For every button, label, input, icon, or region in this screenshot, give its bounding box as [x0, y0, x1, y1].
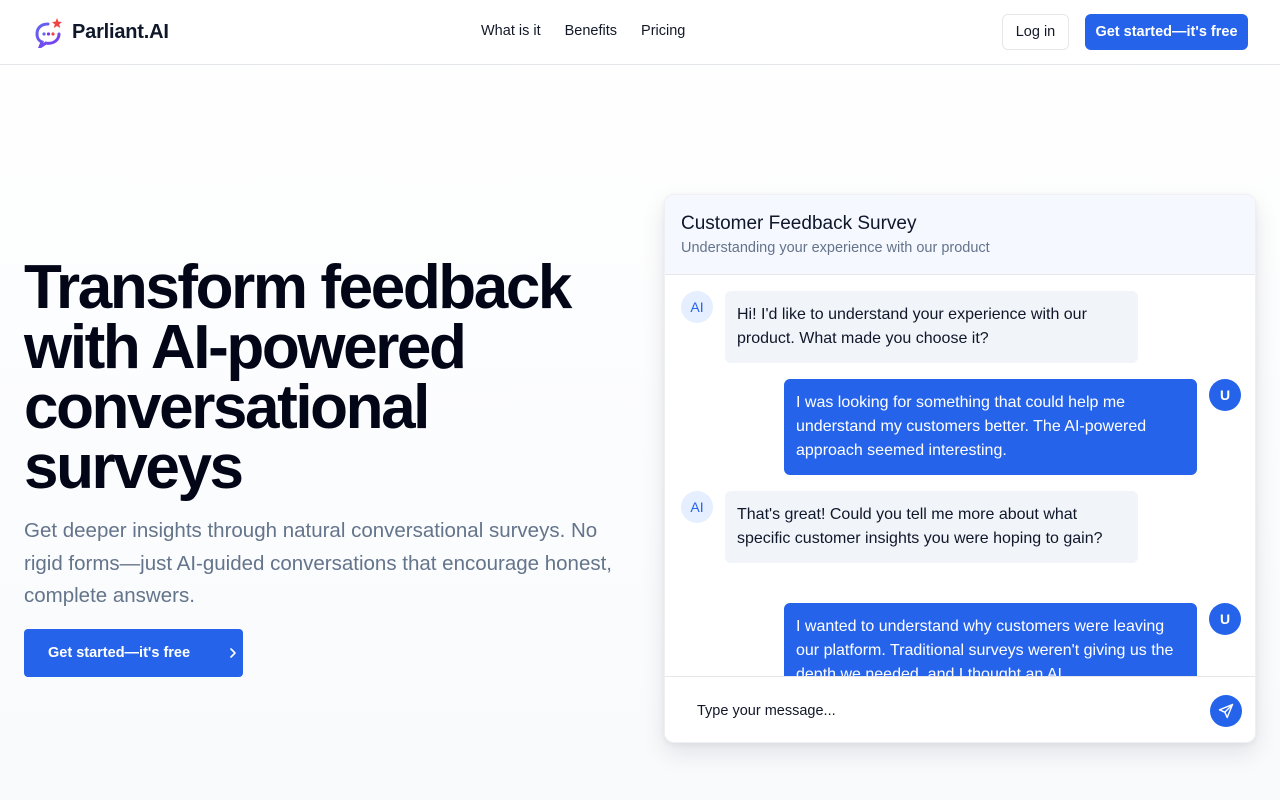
chat-messages[interactable]: AI Hi! I'd like to understand your exper… [665, 275, 1255, 676]
brand[interactable]: Parliant.AI [34, 16, 169, 51]
message-input[interactable] [681, 695, 1201, 727]
chat-description: Understanding your experience with our p… [681, 240, 990, 256]
hero-get-started-button[interactable]: Get started—it's free [24, 629, 243, 677]
chat-message-ai: That's great! Could you tell me more abo… [725, 491, 1138, 563]
hero-title: Transform feedback with AI-powered conve… [24, 253, 572, 502]
chevron-right-icon [226, 646, 240, 660]
hero-subtitle: Get deeper insights through natural conv… [24, 519, 612, 607]
hero-cta-label: Get started—it's free [48, 645, 191, 661]
main-nav: What is it Benefits Pricing [481, 23, 709, 39]
logo-icon [34, 16, 64, 51]
ai-avatar: AI [681, 491, 713, 523]
chat-title: Customer Feedback Survey [681, 213, 917, 234]
nav-link-pricing[interactable]: Pricing [641, 23, 685, 39]
chat-header: Customer Feedback Survey Understanding y… [665, 195, 1255, 275]
login-button[interactable]: Log in [1002, 14, 1069, 50]
header-get-started-button[interactable]: Get started—it's free [1085, 14, 1248, 50]
chat-message-ai: Hi! I'd like to understand your experien… [725, 291, 1138, 363]
user-avatar: U [1209, 379, 1241, 411]
chat-message-user: I was looking for something that could h… [784, 379, 1197, 475]
nav-link-what-is-it[interactable]: What is it [481, 23, 541, 39]
send-icon [1218, 703, 1234, 719]
user-avatar: U [1209, 603, 1241, 635]
chat-message-user: I wanted to understand why customers wer… [784, 603, 1197, 676]
send-button[interactable] [1210, 695, 1242, 727]
site-header: Parliant.AI What is it Benefits Pricing … [0, 0, 1280, 65]
ai-avatar: AI [681, 291, 713, 323]
chat-input-bar [665, 676, 1255, 742]
nav-link-benefits[interactable]: Benefits [565, 23, 617, 39]
brand-name: Parliant.AI [72, 20, 169, 43]
chat-demo-card: Customer Feedback Survey Understanding y… [664, 194, 1256, 743]
